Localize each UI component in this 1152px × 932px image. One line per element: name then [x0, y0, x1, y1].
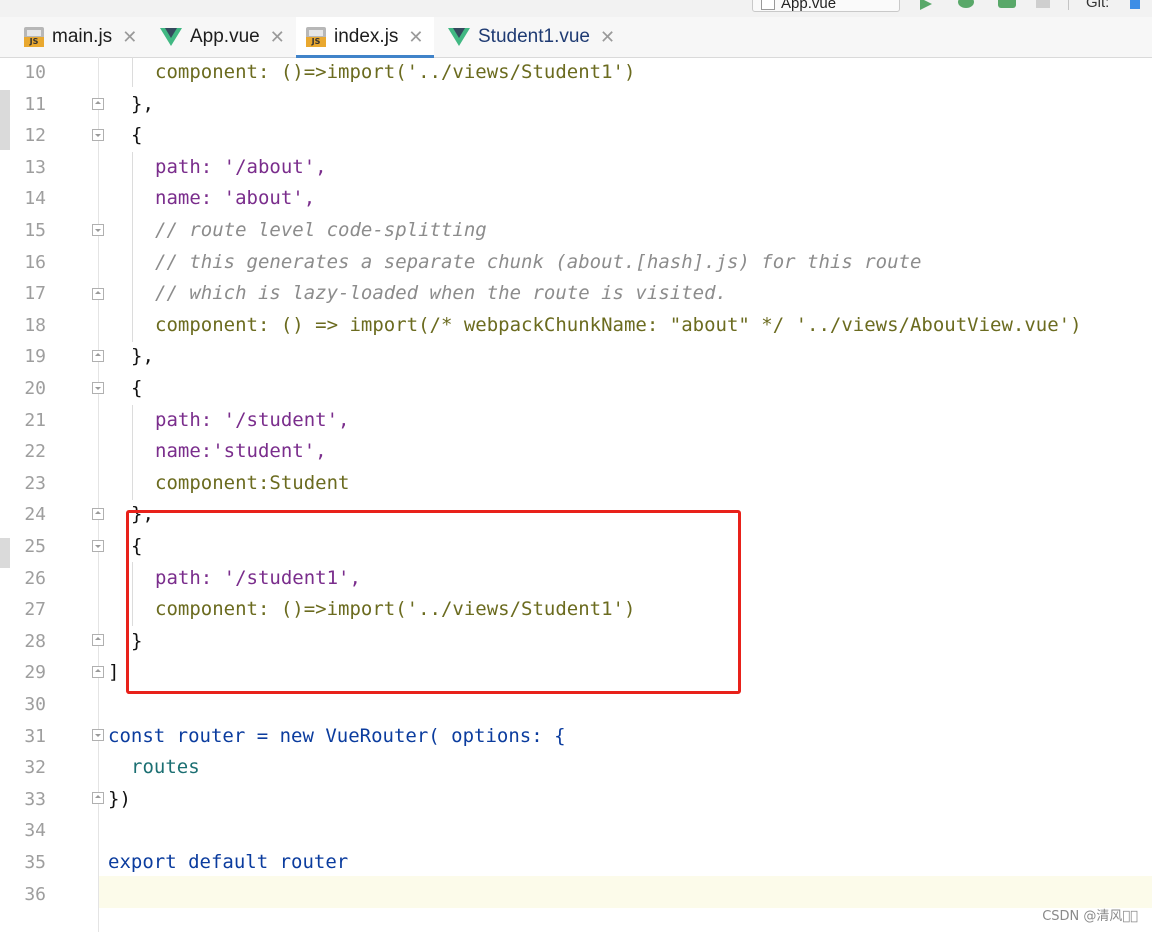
line-number: 31: [24, 725, 46, 747]
fold-marker[interactable]: [92, 729, 104, 741]
current-line-highlight: [99, 876, 1152, 908]
watermark: CSDN @清风  : [1042, 909, 1138, 924]
fold-marker[interactable]: [92, 634, 104, 646]
fold-marker[interactable]: [92, 98, 104, 110]
close-icon[interactable]: ✕: [122, 27, 137, 48]
tab-app-vue[interactable]: App.vue ✕: [160, 17, 285, 57]
code-line[interactable]: },: [131, 341, 154, 373]
fold-marker[interactable]: [92, 666, 104, 678]
line-number: 34: [24, 820, 46, 842]
indent-guide: [132, 152, 133, 342]
vcs-label[interactable]: Git:: [1086, 0, 1109, 11]
run-icon[interactable]: [920, 0, 932, 10]
run-config-label: App.vue: [781, 0, 837, 12]
main-toolbar: App.vue Git:: [0, 0, 1152, 18]
close-icon[interactable]: ✕: [600, 27, 615, 48]
fold-marker[interactable]: [92, 224, 104, 236]
tab-label: Student1.vue: [478, 26, 590, 47]
toolbar-divider: [1068, 0, 1069, 10]
code-line[interactable]: {: [131, 120, 142, 152]
red-annotation-box: [126, 510, 741, 694]
coverage-icon[interactable]: [998, 0, 1016, 8]
line-number: 29: [24, 662, 46, 684]
indent-guide: [132, 405, 133, 500]
code-line[interactable]: },: [131, 89, 154, 121]
tab-label: main.js: [52, 26, 113, 47]
fold-marker[interactable]: [92, 540, 104, 552]
line-number: 20: [24, 378, 46, 399]
line-number: 13: [24, 156, 46, 178]
code-line[interactable]: {: [131, 373, 142, 405]
code-line[interactable]: name:'student',: [155, 436, 327, 468]
line-number: 23: [24, 472, 46, 494]
user-icon[interactable]: [1130, 0, 1140, 9]
line-number: 19: [24, 346, 46, 368]
line-number: 35: [24, 852, 46, 873]
code-line[interactable]: routes: [131, 752, 200, 784]
fold-marker[interactable]: [92, 382, 104, 394]
fold-marker[interactable]: [92, 129, 104, 141]
line-number: 18: [24, 314, 46, 336]
js-file-icon: JS: [306, 27, 326, 47]
close-icon[interactable]: ✕: [408, 27, 423, 48]
code-line[interactable]: component:Student: [155, 468, 349, 500]
code-line[interactable]: const router = new VueRouter( options: {: [108, 721, 566, 753]
code-line[interactable]: name: 'about',: [155, 183, 315, 215]
change-marker: [0, 90, 10, 150]
line-number: 22: [24, 441, 46, 463]
run-configuration-select[interactable]: App.vue: [752, 0, 900, 12]
line-number: 28: [24, 630, 46, 652]
code-comment[interactable]: // this generates a separate chunk (abou…: [155, 247, 921, 279]
code-comment[interactable]: // which is lazy-loaded when the route i…: [155, 278, 727, 310]
line-number: 26: [24, 567, 46, 589]
fold-marker[interactable]: [92, 508, 104, 520]
line-number: 27: [24, 599, 46, 621]
code-comment[interactable]: // route level code-splitting: [155, 215, 487, 247]
indent-guide: [132, 57, 133, 87]
close-icon[interactable]: ✕: [270, 27, 285, 48]
tab-label: App.vue: [190, 26, 260, 47]
line-number: 30: [24, 694, 46, 715]
code-line[interactable]: path: '/about',: [155, 152, 327, 184]
file-icon: [761, 0, 775, 10]
editor-tab-bar: JS main.js ✕ App.vue ✕ JS index.js ✕ Stu…: [0, 17, 1152, 58]
code-line[interactable]: export default router: [108, 847, 348, 879]
tab-label: index.js: [334, 26, 399, 47]
code-line[interactable]: }): [108, 784, 131, 816]
fold-marker[interactable]: [92, 792, 104, 804]
line-number: 33: [24, 788, 46, 810]
line-number: 25: [24, 536, 46, 557]
code-line[interactable]: component: ()=>import('../views/Student1…: [155, 57, 635, 89]
debug-icon[interactable]: [958, 0, 974, 8]
fold-marker[interactable]: [92, 350, 104, 362]
vue-file-icon: [448, 28, 470, 46]
line-number: 32: [24, 757, 46, 779]
line-number: 14: [24, 188, 46, 210]
tab-student1-vue[interactable]: Student1.vue ✕: [448, 17, 615, 57]
line-number: 21: [24, 409, 46, 431]
js-file-icon: JS: [24, 27, 44, 47]
line-number: 10: [24, 62, 46, 83]
line-number: 15: [24, 220, 46, 241]
line-number: 12: [24, 125, 46, 147]
line-number: 16: [24, 251, 46, 273]
tab-index-js[interactable]: JS index.js ✕: [296, 17, 434, 58]
line-number: 11: [24, 93, 46, 115]
code-line[interactable]: ]: [108, 657, 119, 689]
stop-icon[interactable]: [1036, 0, 1050, 8]
code-line[interactable]: path: '/student',: [155, 405, 349, 437]
line-number: 36: [24, 883, 46, 905]
code-line[interactable]: component: () => import(/* webpackChunkN…: [155, 310, 1082, 342]
line-number: 17: [24, 283, 46, 305]
vue-file-icon: [160, 28, 182, 46]
change-marker: [0, 538, 10, 568]
line-number: 24: [24, 504, 46, 526]
fold-marker[interactable]: [92, 288, 104, 300]
tab-main-js[interactable]: JS main.js ✕: [24, 17, 137, 57]
